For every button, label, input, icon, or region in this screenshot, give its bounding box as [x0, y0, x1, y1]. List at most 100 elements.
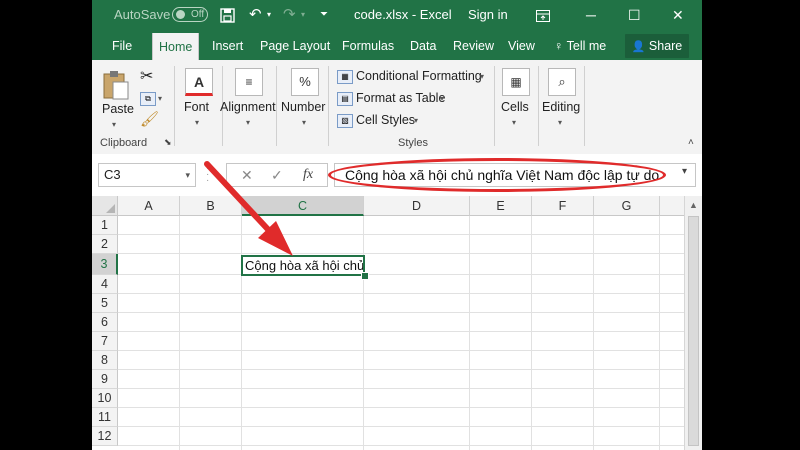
number-dropdown-icon: ▾ — [302, 118, 307, 127]
paste-label: Paste — [102, 102, 134, 116]
select-all-button[interactable] — [92, 196, 118, 216]
cell-styles-dropdown-icon: ▾ — [414, 116, 419, 125]
maximize-icon[interactable]: ☐ — [628, 0, 641, 32]
copy-icon[interactable]: ⧉ — [140, 92, 156, 106]
scrollbar-thumb[interactable] — [688, 216, 699, 446]
excel-window: AutoSave Off ↶ ▾ ↷ ▾ ⏷ code.xlsx - Excel… — [92, 0, 702, 450]
paste-dropdown-icon: ▾ — [112, 120, 117, 129]
tab-formulas[interactable]: Formulas — [336, 32, 400, 60]
document-title: code.xlsx - Excel — [354, 0, 452, 32]
tab-home[interactable]: Home — [152, 33, 200, 60]
title-bar: AutoSave Off ↶ ▾ ↷ ▾ ⏷ code.xlsx - Excel… — [92, 0, 702, 32]
tell-me-label: Tell me — [566, 39, 607, 53]
conditional-formatting-dropdown-icon: ▾ — [480, 72, 485, 81]
row-header-12[interactable]: 12 — [92, 427, 118, 446]
enter-icon[interactable]: ✓ — [271, 164, 283, 186]
column-header-d[interactable]: D — [364, 196, 470, 216]
share-label: Share — [648, 39, 683, 53]
row-header-5[interactable]: 5 — [92, 294, 118, 313]
grid-line — [241, 216, 242, 450]
fill-handle[interactable] — [361, 272, 369, 280]
ribbon-display-options-icon[interactable] — [536, 0, 550, 32]
cell-styles-label: Cell Styles — [356, 113, 416, 127]
formula-bar-resize-handle[interactable]: · · · — [206, 164, 209, 186]
format-painter-icon[interactable]: 🖌 — [140, 110, 159, 128]
customize-toolbar-icon[interactable]: ⏷ — [320, 0, 328, 32]
row-header-11[interactable]: 11 — [92, 408, 118, 427]
grid-line — [118, 369, 684, 370]
row-header-10[interactable]: 10 — [92, 389, 118, 408]
grid-line — [118, 253, 684, 254]
search-icon: ⌕ — [548, 68, 576, 96]
cut-icon[interactable]: ✂ — [140, 66, 153, 86]
grid-line — [593, 216, 594, 450]
scroll-up-icon[interactable]: ▲ — [689, 200, 698, 210]
row-header-2[interactable]: 2 — [92, 235, 118, 254]
tab-page-layout[interactable]: Page Layout — [254, 32, 336, 60]
sign-in-link[interactable]: Sign in — [468, 0, 508, 32]
row-header-1[interactable]: 1 — [92, 216, 118, 235]
undo-dropdown-icon[interactable]: ▾ — [267, 0, 271, 32]
vertical-scrollbar[interactable]: ▲ — [684, 196, 702, 450]
column-header-f[interactable]: F — [532, 196, 594, 216]
cancel-icon[interactable]: ✕ — [241, 164, 253, 186]
format-as-table-dropdown-icon: ▾ — [440, 94, 445, 103]
row-header-4[interactable]: 4 — [92, 275, 118, 294]
autosave-label: AutoSave — [114, 7, 171, 22]
conditional-formatting-label: Conditional Formatting — [356, 69, 482, 83]
expand-formula-bar-icon[interactable]: ▾ — [682, 166, 687, 177]
redo-dropdown-icon[interactable]: ▾ — [301, 0, 305, 32]
worksheet-grid[interactable]: A B C D E F G 1 2 3 4 5 6 7 8 9 10 11 12 — [92, 196, 684, 450]
column-header-c[interactable]: C — [242, 196, 364, 216]
share-button[interactable]: 👤 Share — [625, 34, 689, 58]
name-box[interactable]: C3 ▾ — [98, 163, 196, 187]
row-header-8[interactable]: 8 — [92, 351, 118, 370]
tab-view[interactable]: View — [502, 32, 541, 60]
redo-icon[interactable]: ↷ — [283, 0, 296, 32]
row-header-3[interactable]: 3 — [92, 254, 118, 275]
row-header-7[interactable]: 7 — [92, 332, 118, 351]
cells-icon: ▦ — [502, 68, 530, 96]
grid-line — [531, 216, 532, 450]
ribbon-tabs: File Home Insert Page Layout Formulas Da… — [92, 32, 702, 60]
column-header-a[interactable]: A — [118, 196, 180, 216]
name-box-value: C3 — [104, 167, 121, 182]
clipboard-launcher-icon[interactable]: ⬊ — [164, 137, 172, 148]
font-label: Font — [184, 100, 210, 114]
cell-styles-icon: ▧ — [337, 114, 353, 128]
name-box-dropdown-icon[interactable]: ▾ — [185, 164, 190, 186]
font-color-icon: A — [185, 68, 213, 96]
row-header-6[interactable]: 6 — [92, 313, 118, 332]
grid-line — [118, 445, 684, 446]
font-dropdown-icon: ▾ — [195, 118, 200, 127]
tab-review[interactable]: Review — [447, 32, 500, 60]
person-icon: 👤 — [631, 41, 646, 53]
grid-line — [118, 331, 684, 332]
column-header-e[interactable]: E — [470, 196, 532, 216]
filename: code.xlsx — [354, 7, 409, 22]
column-header-g[interactable]: G — [594, 196, 660, 216]
percent-icon: % — [291, 68, 319, 96]
undo-icon[interactable]: ↶ — [249, 0, 262, 32]
app-name: Excel — [419, 7, 452, 22]
insert-function-icon[interactable]: fx — [303, 164, 313, 186]
autosave-toggle[interactable]: Off — [172, 7, 208, 22]
tab-file[interactable]: File — [106, 32, 138, 60]
group-separator — [538, 66, 539, 146]
tab-data[interactable]: Data — [404, 32, 442, 60]
tell-me-search[interactable]: ♀ Tell me — [548, 32, 612, 60]
row-header-9[interactable]: 9 — [92, 370, 118, 389]
active-cell-c3[interactable]: Cộng hòa xã hội chủ — [241, 255, 365, 276]
column-header-b[interactable]: B — [180, 196, 242, 216]
save-icon[interactable] — [220, 0, 235, 32]
collapse-ribbon-icon[interactable]: ˄ — [688, 137, 694, 148]
group-separator — [276, 66, 277, 146]
copy-dropdown-icon[interactable]: ▾ — [158, 94, 162, 103]
group-separator — [174, 66, 175, 146]
tab-insert[interactable]: Insert — [206, 32, 249, 60]
close-icon[interactable]: ✕ — [672, 0, 684, 32]
minimize-icon[interactable]: ─ — [586, 0, 596, 32]
grid-line — [118, 312, 684, 313]
cells-dropdown-icon: ▾ — [512, 118, 517, 127]
title-separator: - — [411, 7, 417, 22]
